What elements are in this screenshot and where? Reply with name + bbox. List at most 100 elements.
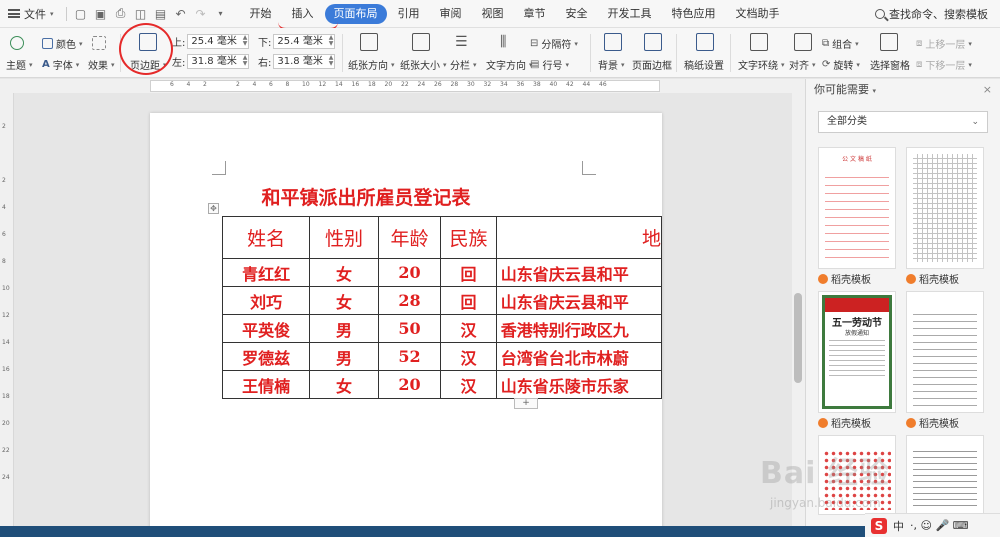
selection-pane-button[interactable]: 选择窗格 [870,57,910,72]
effect-icon[interactable] [92,36,106,50]
header-cell-name[interactable]: 姓名 [222,216,311,259]
table-cell[interactable]: 男 [309,314,379,343]
right-margin-field[interactable]: 右: 31.8 毫米 ▲ ▼ [258,54,336,69]
tab-security[interactable]: 安全 [557,4,597,24]
command-search[interactable]: 查找命令、搜索模板 [875,6,1000,22]
table-cell[interactable]: 山东省庆云县和平 [495,258,662,287]
header-cell-ethnicity[interactable]: 民族 [440,216,497,259]
template-card[interactable] [906,291,984,413]
page-border-icon[interactable] [644,33,662,51]
table-cell[interactable]: 台湾省台北市林蔚 [495,342,662,371]
rotate-button[interactable]: ⟳ 旋转 ▾ [822,57,860,72]
table-cell[interactable]: 汉 [440,370,497,399]
template-card[interactable]: 五一劳动节 放假通知 [818,291,896,413]
text-direction-button[interactable]: 文字方向 ▾ [486,57,533,73]
draft-settings-button[interactable]: 稿纸设置 [684,57,724,72]
redo-icon[interactable]: ↷ [194,7,208,21]
table-cell[interactable]: 平英俊 [222,314,311,343]
undo-icon[interactable]: ↶ [174,7,188,21]
left-margin-field[interactable]: 左: 31.8 毫米 ▲ ▼ [172,54,250,69]
template-label[interactable]: 稻壳模板 [818,271,871,286]
chevron-down-icon[interactable]: ▾ [873,87,877,95]
table-move-handle[interactable]: ✥ [208,203,219,214]
tab-view[interactable]: 视图 [473,4,513,24]
table-cell[interactable]: 刘巧 [222,286,311,315]
right-margin-input[interactable]: 31.8 毫米 ▲ ▼ [273,54,336,69]
table-cell[interactable]: 女 [309,258,379,287]
table-cell[interactable]: 52 [377,342,442,371]
tab-section[interactable]: 章节 [515,4,555,24]
tab-doc-assistant[interactable]: 文档助手 [727,4,789,24]
orientation-button[interactable]: 纸张方向 ▾ [348,57,395,73]
selection-pane-icon[interactable] [880,33,898,51]
line-numbers-button[interactable]: ▤ 行号 ▾ [530,57,569,72]
page-border-button[interactable]: 页面边框 [632,57,672,72]
columns-icon[interactable]: ☰ [455,34,468,50]
wrap-text-icon[interactable] [750,33,768,51]
document-title[interactable]: 和平镇派出所雇员登记表 [150,183,662,210]
table-cell[interactable]: 女 [309,370,379,399]
table-cell[interactable]: 罗德兹 [222,342,311,371]
customize-icon[interactable]: ▾ [214,7,228,21]
header-cell-age[interactable]: 年龄 [377,216,442,259]
table-cell[interactable]: 山东省庆云县和平 [495,286,662,315]
bottom-margin-field[interactable]: 下: 25.4 毫米 ▲ ▼ [258,34,336,49]
table-cell[interactable]: 20 [377,258,442,287]
top-margin-field[interactable]: 上: 25.4 毫米 ▲ ▼ [172,34,250,49]
text-direction-icon[interactable]: ⫼ [500,34,506,50]
effect-button[interactable]: 效果 ▾ [88,57,115,73]
columns-button[interactable]: 分栏 ▾ [450,57,477,73]
bottom-margin-input[interactable]: 25.4 毫米 ▲ ▼ [273,34,336,49]
top-margin-input[interactable]: 25.4 毫米 ▲ ▼ [187,34,250,49]
spinner-icon[interactable]: ▲ ▼ [329,55,334,67]
new-doc-icon[interactable]: ▢ [74,7,88,21]
spinner-icon[interactable]: ▲ ▼ [243,35,248,47]
font-button[interactable]: A 字体 ▾ [42,57,79,72]
tab-review[interactable]: 审阅 [431,4,471,24]
table-cell[interactable]: 青红红 [222,258,311,287]
template-label[interactable]: 稻壳模板 [906,271,959,286]
paper-size-button[interactable]: 纸张大小 ▾ [400,57,447,73]
print-preview-icon[interactable]: ◫ [134,7,148,21]
table-cell[interactable]: 20 [377,370,442,399]
color-button[interactable]: 颜色 ▾ [42,36,83,51]
breaks-button[interactable]: ⊟ 分隔符 ▾ [530,36,578,51]
table-cell[interactable]: 汉 [440,342,497,371]
tab-page-layout[interactable]: 页面布局 [324,3,387,24]
background-icon[interactable] [604,33,622,51]
header-cell-address[interactable]: 地 [495,216,662,259]
orientation-icon[interactable] [360,33,378,51]
tab-special-apps[interactable]: 特色应用 [663,4,725,24]
table-cell[interactable]: 汉 [440,314,497,343]
background-button[interactable]: 背景 ▾ [598,57,625,73]
horizontal-ruler[interactable]: 6 4 2 2 4 6 8 10 12 14 16 18 20 22 24 26 28 30 32 34 36 38 40 4… [0,79,805,93]
category-select[interactable]: 全部分类 ⌄ [818,111,988,133]
template-label[interactable]: 稻壳模板 [906,415,959,430]
template-label[interactable]: 稻壳模板 [818,415,871,430]
wrap-text-button[interactable]: 文字环绕 ▾ [738,57,785,73]
table-cell[interactable]: 回 [440,258,497,287]
send-backward-button[interactable]: ⧈ 下移一层 ▾ [916,57,972,72]
left-margin-input[interactable]: 31.8 毫米 ▲ ▼ [187,54,250,69]
document-page[interactable]: 和平镇派出所雇员登记表 ✥ 姓名 性别 年龄 民族 地 青红红 女 20 回 山… [150,113,662,537]
theme-icon[interactable] [10,36,24,50]
table-cell[interactable]: 香港特别行政区九 [495,314,662,343]
ime-mode[interactable]: 中 [893,518,904,534]
save-icon[interactable]: ▣ [94,7,108,21]
tab-home[interactable]: 开始 [241,4,281,24]
add-row-button[interactable]: + [514,398,538,409]
paper-size-icon[interactable] [412,33,430,51]
table-cell[interactable]: 女 [309,286,379,315]
tab-developer[interactable]: 开发工具 [599,4,661,24]
spinner-icon[interactable]: ▲ ▼ [329,35,334,47]
tab-references[interactable]: 引用 [389,4,429,24]
table-cell[interactable]: 28 [377,286,442,315]
export-pdf-icon[interactable]: ▤ [154,7,168,21]
table-cell[interactable]: 王倩楠 [222,370,311,399]
group-button[interactable]: ⧉ 组合 ▾ [822,36,859,51]
table-cell[interactable]: 回 [440,286,497,315]
ime-toolbar[interactable]: ·, ☺ 🎤 ⌨ [910,519,969,532]
header-cell-gender[interactable]: 性别 [309,216,379,259]
template-card[interactable] [906,435,984,515]
file-menu[interactable]: 文件 ▾ [0,0,62,28]
